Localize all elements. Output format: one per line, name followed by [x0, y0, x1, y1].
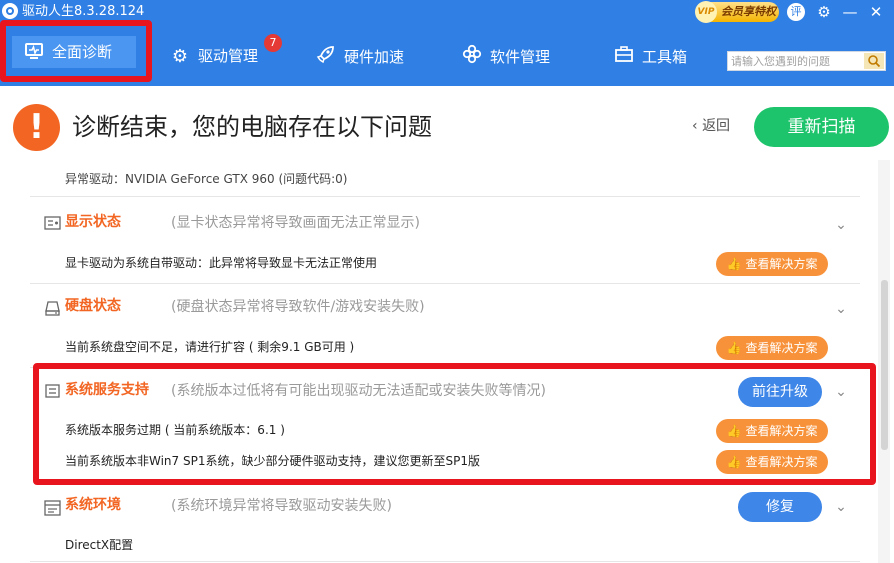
app-logo-icon [2, 3, 18, 19]
back-button[interactable]: ‹ 返回 [692, 116, 730, 136]
section-description: (系统环境异常将导致驱动安装失败) [171, 498, 392, 514]
issue-row-text: 显卡驱动为系统自带驱动：此异常将导致显卡无法正常使用 [65, 256, 378, 270]
toolbox-icon [612, 44, 636, 71]
button-label: 查看解决方案 [745, 341, 818, 355]
section-title: 显示状态 [65, 214, 121, 230]
repair-button[interactable]: 修复 [738, 492, 822, 522]
divider [30, 196, 860, 197]
flower-icon [460, 44, 484, 71]
search-input[interactable] [731, 53, 859, 69]
page-title: 诊断结束，您的电脑存在以下问题 [72, 113, 432, 141]
system-environment-icon [44, 500, 61, 516]
tab-toolbox[interactable]: 工具箱 [612, 44, 687, 68]
back-label: 返回 [702, 118, 731, 134]
tab-driver-management[interactable]: ⚙ 驱动管理 [168, 44, 258, 68]
system-service-highlight [33, 363, 876, 485]
gear-icon: ⚙ [171, 45, 189, 67]
tab-label: 驱动管理 [198, 47, 259, 65]
minimize-icon[interactable]: — [840, 2, 860, 22]
section-title: 系统环境 [65, 497, 121, 513]
issue-row-text: 当前系统盘空间不足，请进行扩容 ( 剩余9.1 GB可用 ) [65, 340, 355, 354]
section-description: (硬盘状态异常将导致软件/游戏安装失败) [171, 299, 425, 315]
chevron-down-icon[interactable]: ⌄ [832, 300, 850, 318]
issue-row-partial: 异常驱动：NVIDIA GeForce GTX 960 (问题代码:0) [65, 172, 348, 186]
tab-label: 硬件加速 [344, 48, 405, 66]
divider [30, 561, 860, 562]
view-solution-button[interactable]: 👍 查看解决方案 [716, 252, 828, 276]
tab-software-management[interactable]: 软件管理 [460, 44, 550, 68]
chevron-down-icon[interactable]: ⌄ [832, 216, 850, 234]
scrollbar-thumb[interactable] [881, 280, 888, 450]
vip-privilege-button[interactable]: VIP 会员享特权 [695, 1, 779, 23]
disk-icon [44, 300, 61, 316]
chevron-down-icon[interactable]: ⌄ [832, 498, 850, 516]
rocket-icon [314, 44, 338, 71]
section-description: (显卡状态异常将导致画面无法正常显示) [171, 215, 420, 231]
rescan-button[interactable]: 重新扫描 [754, 107, 889, 147]
warning-icon: ! [13, 104, 60, 151]
problem-search-box [727, 51, 886, 71]
close-icon[interactable]: ✕ [866, 2, 886, 22]
divider [30, 283, 860, 284]
window-title: 驱动人生8.3.28.124 [22, 4, 145, 19]
driver-count-badge: 7 [264, 34, 282, 52]
vip-badge-icon: VIP [695, 1, 717, 23]
display-status-icon [44, 216, 61, 231]
button-label: 查看解决方案 [745, 257, 818, 271]
tab-hardware-acceleration[interactable]: 硬件加速 [314, 44, 404, 68]
thumbs-up-icon: 👍 [726, 341, 742, 355]
view-solution-button[interactable]: 👍 查看解决方案 [716, 336, 828, 360]
settings-gear-icon[interactable]: ⚙ [814, 2, 834, 22]
section-title: 硬盘状态 [65, 298, 121, 314]
comment-icon[interactable]: 评 [787, 3, 805, 21]
tab-label: 软件管理 [490, 48, 551, 66]
thumbs-up-icon: 👍 [726, 257, 742, 271]
chevron-left-icon: ‹ [692, 118, 703, 134]
vip-label: 会员享特权 [721, 5, 776, 18]
search-icon[interactable] [864, 53, 884, 69]
active-tab-highlight [0, 20, 152, 82]
issue-row-text: DirectX配置 [65, 538, 134, 552]
tab-label: 工具箱 [642, 48, 688, 66]
